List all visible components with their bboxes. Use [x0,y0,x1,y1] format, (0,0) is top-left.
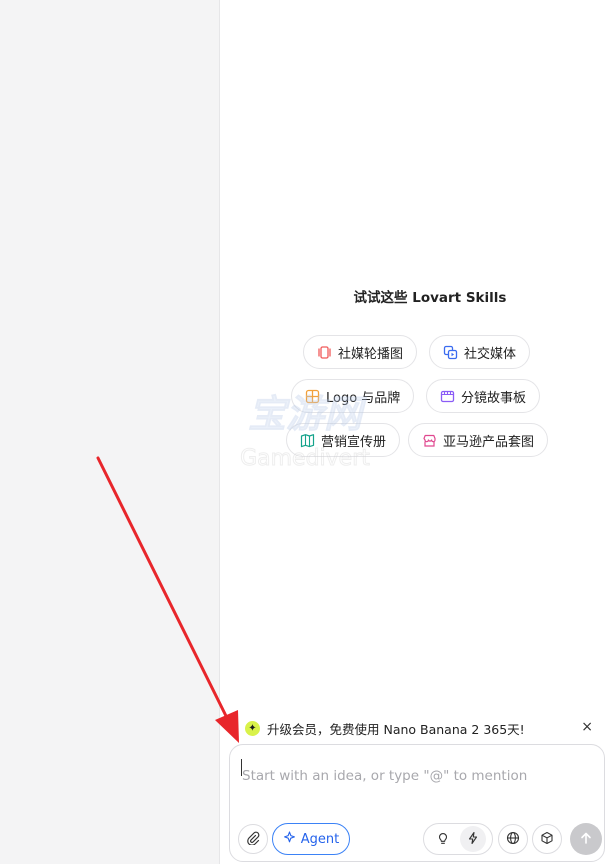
3d-model-button[interactable] [532,824,562,854]
lightning-icon [466,830,480,849]
logo-brand-icon [305,389,320,404]
skills-title: 试试这些 Lovart Skills [353,290,507,306]
sparkle-icon [283,830,296,848]
skill-chip-label: Logo 与品牌 [326,390,401,406]
globe-icon [506,830,520,849]
lightbulb-icon [436,830,450,849]
cube-icon [540,830,554,849]
skill-chip-carousel[interactable]: 社媒轮播图 [303,335,418,369]
skill-chip-label: 亚马逊产品套图 [443,434,535,450]
web-search-button[interactable] [498,824,528,854]
send-button[interactable] [570,823,602,855]
upgrade-banner[interactable]: ✦ 升级会员，免费使用 Nano Banana 2 365天! × [235,712,607,744]
storyboard-icon [440,389,455,404]
attach-button[interactable] [238,824,268,854]
skill-chip-label: 营销宣传册 [321,434,387,450]
skill-chip-storyboard[interactable]: 分镜故事板 [426,379,541,413]
skill-chip-label: 分镜故事板 [461,390,527,406]
social-media-icon [443,345,458,360]
text-caret [241,759,242,776]
paperclip-icon [246,830,260,849]
sparkle-icon: ✦ [245,720,260,736]
skill-chip-label: 社媒轮播图 [338,346,404,362]
idea-mode-button[interactable] [430,826,456,852]
agent-button-label: Agent [300,831,340,847]
skill-chip-logo-brand[interactable]: Logo 与品牌 [291,379,415,413]
arrow-up-icon [579,830,593,849]
brochure-icon [300,433,315,448]
fast-mode-button[interactable] [460,826,486,852]
agent-button[interactable]: Agent [272,823,350,855]
prompt-composer: Agent [229,744,605,862]
skill-chip-label: 社交媒体 [464,346,517,362]
close-icon[interactable]: × [581,719,593,735]
carousel-icon [317,345,332,360]
mode-toggle-group [423,823,493,855]
skill-chip-amazon-product[interactable]: 亚马逊产品套图 [408,423,549,457]
left-sidebar [0,0,220,864]
prompt-input[interactable] [240,755,594,797]
upgrade-banner-text: 升级会员，免费使用 Nano Banana 2 365天! [267,721,525,737]
skill-chip-social-media[interactable]: 社交媒体 [429,335,531,369]
skill-chip-brochure[interactable]: 营销宣传册 [286,423,401,457]
store-icon [422,433,437,448]
